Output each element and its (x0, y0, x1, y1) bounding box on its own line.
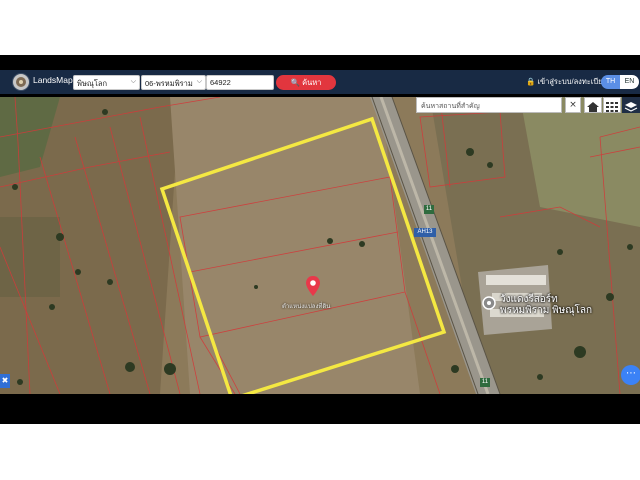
pin-label: ตำแหน่งแปลงที่ดิน (282, 304, 331, 310)
poi-name-line1: วังแดงรีสอร์ท (500, 294, 558, 305)
parcel-number-input[interactable]: 64922 (206, 75, 274, 90)
chevron-down-icon: ⌵ (196, 78, 202, 85)
letterbox-bottom (0, 424, 640, 480)
district-value: 06-พรหมพิราม (145, 79, 193, 88)
login-label: เข้าสู่ระบบ/ลงทะเบียน (537, 77, 608, 86)
home-button[interactable] (584, 97, 602, 113)
satellite-map[interactable]: ค้นหาสถานที่สำคัญ × 11 AH13 11 วังแดงรีส… (0, 97, 640, 394)
grid-button[interactable] (603, 97, 621, 113)
satellite-imagery (0, 97, 640, 394)
grid-icon (606, 102, 618, 112)
place-search-input[interactable]: ค้นหาสถานที่สำคัญ (416, 97, 562, 113)
layers-button[interactable] (622, 97, 640, 113)
poi-name-line2: พรหมพิราม พิษณุโลก (500, 305, 593, 316)
top-toolbar: LandsMaps พิษณุโลก ⌵ 06-พรหมพิราม ⌵ 6492… (0, 70, 640, 94)
layers-icon (624, 102, 638, 112)
road-badge-11: 11 (424, 205, 434, 214)
chevron-down-icon: ⌵ (130, 78, 136, 85)
close-icon: × (569, 100, 577, 110)
poi-marker-icon[interactable] (482, 296, 496, 310)
letterbox-top (0, 0, 640, 55)
lang-en-button[interactable]: EN (620, 75, 639, 89)
parcel-number-value: 64922 (210, 78, 231, 87)
home-icon (587, 102, 599, 112)
province-select[interactable]: พิษณุโลก ⌵ (73, 75, 140, 90)
ruler-icon: ✖ (1, 376, 9, 385)
search-button[interactable]: 🔍 ค้นหา (276, 75, 336, 90)
brand-name: LandsMaps (33, 75, 77, 85)
login-link[interactable]: 🔒 เข้าสู่ระบบ/ลงทะเบียน (526, 75, 608, 89)
landsmaps-app: LandsMaps พิษณุโลก ⌵ 06-พรหมพิราม ⌵ 6492… (0, 55, 640, 424)
search-icon: 🔍 (290, 78, 300, 87)
road-badge-11-south: 11 (480, 378, 490, 387)
clear-search-button[interactable]: × (565, 97, 581, 113)
province-value: พิษณุโลก (77, 79, 108, 88)
location-pin-icon[interactable] (305, 275, 321, 297)
logo-icon[interactable] (12, 73, 30, 91)
district-select[interactable]: 06-พรหมพิราม ⌵ (141, 75, 206, 90)
search-button-label: ค้นหา (302, 78, 322, 87)
road-badge-ah13: AH13 (414, 228, 436, 237)
more-dots-icon: ⋯ (626, 368, 636, 379)
lock-icon: 🔒 (526, 77, 536, 86)
lang-th-button[interactable]: TH (601, 75, 620, 89)
more-options-button[interactable]: ⋯ (621, 365, 640, 385)
poi-label[interactable]: วังแดงรีสอร์ท พรหมพิราม พิษณุโลก (500, 294, 592, 316)
measure-tool-button[interactable]: ✖ (0, 374, 10, 388)
